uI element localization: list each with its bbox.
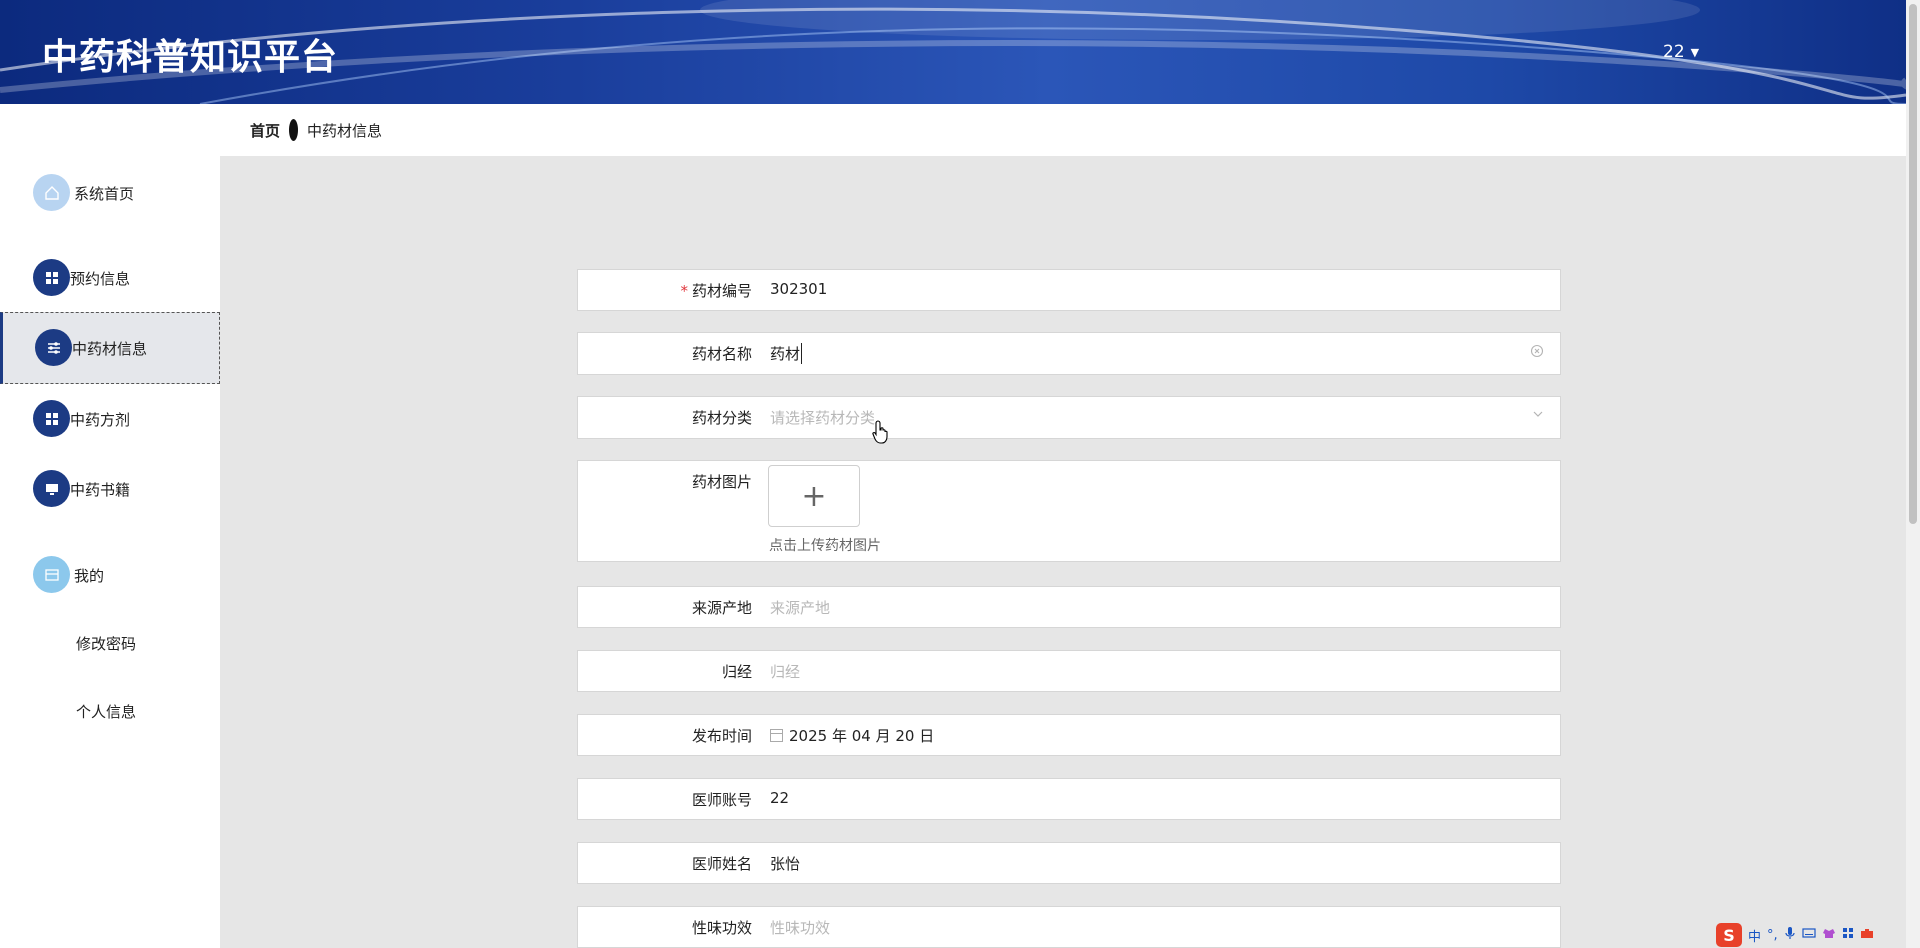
hand-cursor-icon bbox=[872, 420, 888, 444]
field-label: 医师账号 bbox=[691, 791, 752, 809]
keyboard-icon[interactable] bbox=[1802, 927, 1816, 943]
username: 22 bbox=[1663, 42, 1685, 62]
apps-grid-icon[interactable] bbox=[1842, 927, 1854, 943]
field-label: 发布时间 bbox=[691, 727, 752, 745]
sidebar-subitem-profile[interactable]: 个人信息 bbox=[76, 701, 136, 722]
platform-title: 中药科普知识平台 bbox=[42, 37, 339, 78]
ime-mode[interactable]: 中 bbox=[1748, 926, 1761, 945]
top-header: 中药科普知识平台 22 ▼ bbox=[0, 0, 1906, 104]
meridian-input[interactable]: 归经 bbox=[770, 661, 800, 682]
field-label: 性味功效 bbox=[691, 919, 752, 937]
page-scrollbar[interactable] bbox=[1906, 0, 1920, 948]
caret-down-icon: ▼ bbox=[1690, 45, 1700, 59]
form-row-doctor-account: 医师账号 22 bbox=[577, 778, 1561, 820]
field-label: * 药材编号 bbox=[680, 282, 752, 300]
ime-punct[interactable]: °, bbox=[1767, 928, 1778, 943]
sliders-icon bbox=[35, 329, 72, 366]
name-input[interactable]: 药材 bbox=[770, 343, 803, 364]
breadcrumb-current: 中药材信息 bbox=[307, 121, 383, 140]
field-label: 来源产地 bbox=[691, 599, 752, 617]
field-label: 医师姓名 bbox=[691, 855, 752, 873]
breadcrumb-home[interactable]: 首页 bbox=[250, 120, 280, 141]
sidebar-item-prescriptions[interactable]: 中药方剂 bbox=[0, 384, 220, 454]
skin-icon[interactable] bbox=[1822, 927, 1836, 943]
sidebar-item-label: 中药材信息 bbox=[72, 339, 148, 358]
plus-icon: + bbox=[801, 478, 827, 514]
main-content: * 药材编号 302301 药材名称 药材 药材分类 请选择药材分类 药材图片 +… bbox=[220, 156, 1906, 948]
form-row-category: 药材分类 请选择药材分类 bbox=[577, 396, 1561, 439]
scrollbar-thumb[interactable] bbox=[1909, 4, 1917, 524]
sidebar-item-label: 我的 bbox=[74, 566, 105, 585]
toolbox-icon[interactable] bbox=[1860, 927, 1874, 943]
user-menu[interactable]: 22 ▼ bbox=[1663, 42, 1699, 62]
form-row-code: * 药材编号 302301 bbox=[577, 269, 1561, 311]
form-row-origin: 来源产地 来源产地 bbox=[577, 586, 1561, 628]
field-label: 归经 bbox=[721, 663, 752, 681]
doctor-name-input[interactable]: 张怡 bbox=[770, 853, 800, 874]
origin-input[interactable]: 来源产地 bbox=[770, 597, 830, 618]
doctor-account-input[interactable]: 22 bbox=[770, 789, 789, 807]
required-mark: * bbox=[680, 282, 688, 300]
upload-tip: 点击上传药材图片 bbox=[769, 538, 881, 554]
sidebar-item-label: 系统首页 bbox=[74, 184, 135, 203]
monitor-icon bbox=[33, 470, 70, 507]
code-input[interactable]: 302301 bbox=[770, 280, 827, 298]
sidebar-item-books[interactable]: 中药书籍 bbox=[0, 454, 220, 524]
microphone-icon[interactable] bbox=[1784, 926, 1796, 944]
breadcrumb: 首页 中药材信息 bbox=[220, 104, 1906, 156]
clear-icon[interactable] bbox=[1530, 344, 1544, 362]
image-upload-button[interactable]: + bbox=[768, 465, 860, 527]
field-label: 药材名称 bbox=[691, 345, 752, 363]
home-icon bbox=[33, 174, 70, 211]
sidebar-item-home[interactable]: 系统首页 bbox=[0, 158, 220, 228]
sidebar-item-herbs[interactable]: 中药材信息 bbox=[0, 312, 220, 384]
card-icon bbox=[33, 556, 70, 593]
sidebar bbox=[0, 104, 220, 948]
category-select[interactable]: 请选择药材分类 bbox=[770, 407, 875, 428]
field-label: 药材图片 bbox=[691, 473, 752, 491]
grid-icon bbox=[33, 400, 70, 437]
form-row-efficacy: 性味功效 性味功效 bbox=[577, 906, 1561, 948]
field-label: 药材分类 bbox=[691, 409, 752, 427]
calendar-icon bbox=[770, 729, 783, 742]
form-row-image: 药材图片 + 点击上传药材图片 bbox=[577, 460, 1561, 562]
chevron-down-icon[interactable] bbox=[1532, 408, 1544, 424]
sidebar-item-appointments[interactable]: 预约信息 bbox=[0, 243, 220, 313]
efficacy-input[interactable]: 性味功效 bbox=[770, 917, 830, 938]
sidebar-item-label: 中药书籍 bbox=[70, 480, 131, 499]
breadcrumb-separator-icon bbox=[289, 119, 299, 141]
sidebar-subitem-change-password[interactable]: 修改密码 bbox=[76, 633, 136, 654]
form-row-publish-time: 发布时间 2025 年 04 月 20 日 bbox=[577, 714, 1561, 756]
sidebar-item-mine[interactable]: 我的 bbox=[0, 540, 220, 610]
ime-logo-icon[interactable]: S bbox=[1716, 923, 1742, 947]
form-row-doctor-name: 医师姓名 张怡 bbox=[577, 842, 1561, 884]
form-row-meridian: 归经 归经 bbox=[577, 650, 1561, 692]
form-row-name: 药材名称 药材 bbox=[577, 332, 1561, 375]
ime-toolbar: S 中 °, bbox=[1716, 922, 1874, 948]
grid-icon bbox=[33, 259, 70, 296]
sidebar-item-label: 中药方剂 bbox=[70, 410, 131, 429]
sidebar-item-label: 预约信息 bbox=[70, 269, 131, 288]
publish-time-picker[interactable]: 2025 年 04 月 20 日 bbox=[770, 725, 934, 746]
